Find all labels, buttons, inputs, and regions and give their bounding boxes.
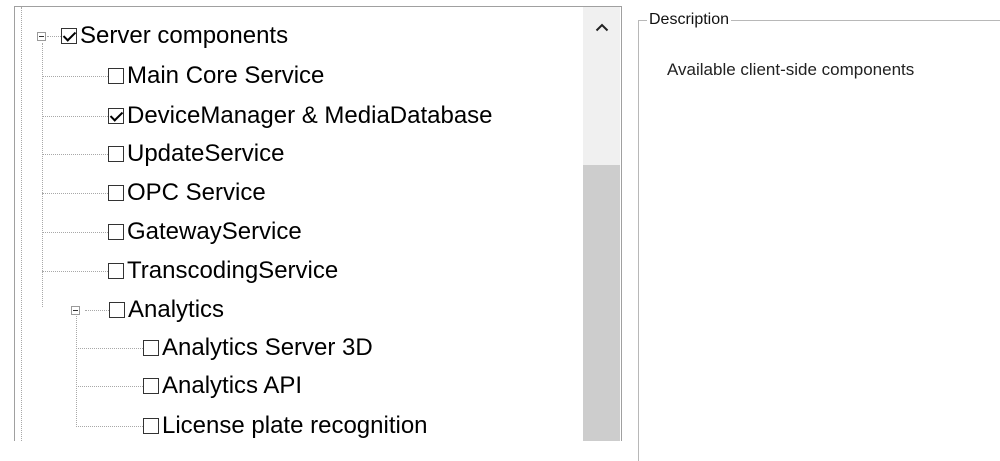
- tree-node-gatewayservice[interactable]: GatewayService: [108, 215, 302, 249]
- tree-node-label: GatewayService: [127, 218, 302, 245]
- tree-connector: [47, 36, 61, 37]
- tree-node-devicemanager[interactable]: DeviceManager & MediaDatabase: [108, 99, 493, 133]
- scroll-thumb[interactable]: [583, 165, 620, 441]
- tree-node-label: License plate recognition: [162, 412, 428, 439]
- tree-connector: [42, 271, 108, 272]
- tree-connector: [85, 310, 109, 311]
- tree-node-label: TranscodingService: [127, 257, 339, 284]
- scroll-up-button[interactable]: [583, 7, 620, 47]
- tree-node-server-components[interactable]: Server components: [61, 19, 288, 53]
- tree-connector: [42, 116, 108, 117]
- checkbox[interactable]: [108, 263, 124, 279]
- tree-node-main-core-service[interactable]: Main Core Service: [108, 59, 324, 93]
- tree-node-label: DeviceManager & MediaDatabase: [127, 102, 493, 129]
- tree-connector: [42, 76, 108, 77]
- tree-node-label: Server components: [80, 22, 289, 49]
- tree-node-updateservice[interactable]: UpdateService: [108, 137, 284, 171]
- checkbox[interactable]: [61, 28, 77, 44]
- tree-node-label: Analytics Server 3D: [162, 334, 373, 361]
- tree-connector: [76, 386, 143, 387]
- vertical-scrollbar[interactable]: [583, 7, 620, 441]
- checkbox[interactable]: [108, 146, 124, 162]
- tree-node-label: Main Core Service: [127, 62, 325, 89]
- checkbox[interactable]: [143, 340, 159, 356]
- tree-node-label: Analytics API: [162, 372, 303, 399]
- chevron-up-icon: [595, 23, 608, 31]
- tree-node-label: UpdateService: [127, 140, 285, 167]
- tree-node-label: OPC Service: [127, 179, 266, 206]
- tree-node-analytics[interactable]: Analytics: [109, 293, 224, 327]
- checkbox[interactable]: [108, 108, 124, 124]
- component-tree[interactable]: Server components Main Core Service Devi…: [14, 6, 622, 441]
- collapse-icon[interactable]: [71, 306, 80, 315]
- collapse-icon[interactable]: [37, 32, 46, 41]
- checkbox[interactable]: [108, 68, 124, 84]
- description-text: Available client-side components: [667, 60, 915, 79]
- checkbox[interactable]: [108, 224, 124, 240]
- tree-connector: [76, 426, 143, 427]
- tree-connector: [42, 154, 108, 155]
- description-groupbox: Description Available client-side compon…: [638, 10, 1000, 461]
- tree-connector: [76, 348, 143, 349]
- tree-connector: [42, 43, 43, 307]
- tree-node-license-plate-recognition[interactable]: License plate recognition: [143, 409, 428, 441]
- checkbox[interactable]: [143, 418, 159, 434]
- tree-node-analytics-api[interactable]: Analytics API: [143, 369, 302, 403]
- description-title: Description: [647, 10, 732, 30]
- tree-node-transcodingservice[interactable]: TranscodingService: [108, 254, 338, 288]
- tree-node-opc-service[interactable]: OPC Service: [108, 176, 266, 210]
- tree-connector: [76, 307, 77, 427]
- checkbox[interactable]: [109, 302, 125, 318]
- checkbox[interactable]: [143, 378, 159, 394]
- tree-node-label: Analytics: [128, 296, 225, 323]
- checkbox[interactable]: [108, 185, 124, 201]
- tree-connector: [21, 7, 22, 441]
- tree-connector: [42, 193, 108, 194]
- tree-node-analytics-server-3d[interactable]: Analytics Server 3D: [143, 331, 373, 365]
- tree-connector: [42, 232, 108, 233]
